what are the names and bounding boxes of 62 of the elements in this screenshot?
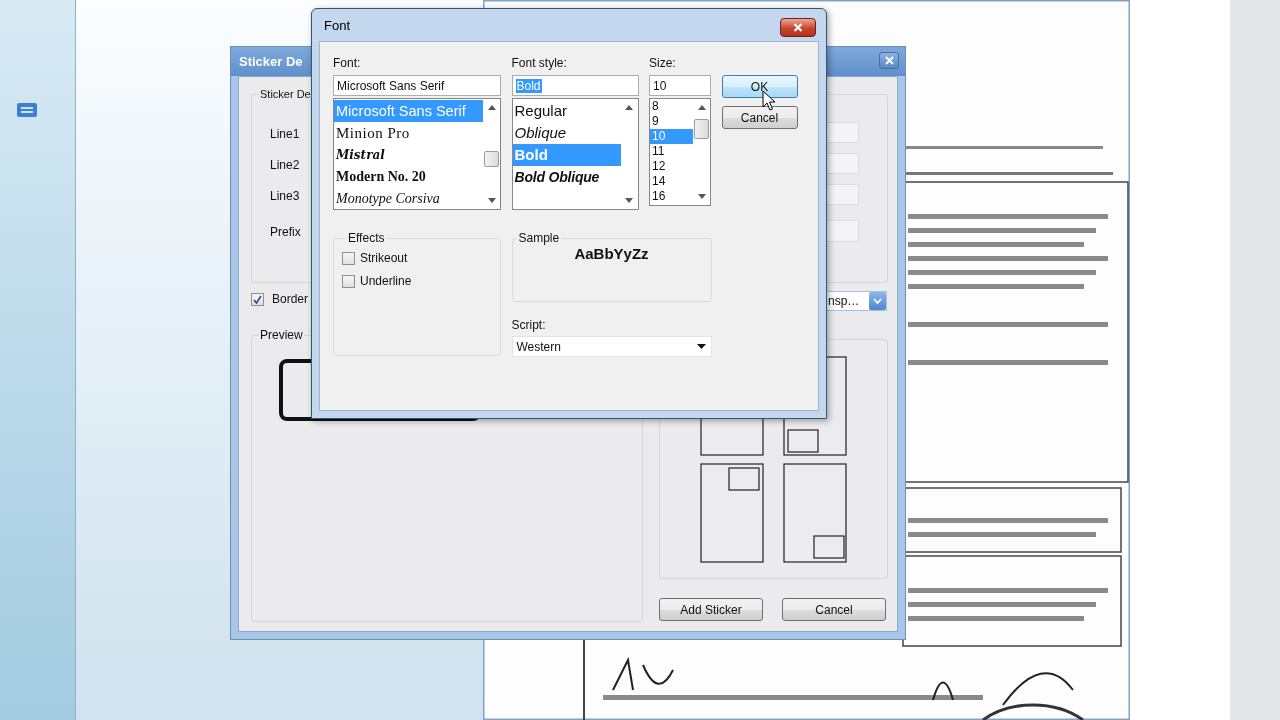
font-list-item[interactable]: Minion Pro [334,122,483,144]
page-layout-option[interactable] [783,463,847,563]
scroll-up-icon[interactable] [697,105,706,110]
scroll-up-icon[interactable] [487,105,496,110]
cancel-button[interactable]: Cancel [782,598,886,621]
page-layout-option[interactable] [700,463,764,563]
window-title: Font [324,17,350,33]
font-list-item[interactable]: Monotype Corsiva [334,188,483,209]
font-list-item[interactable]: Modern No. 20 [334,166,483,188]
scroll-up-icon[interactable] [625,105,633,110]
group-title: Sticker De [259,88,312,100]
cursor-icon [762,90,776,112]
font-size-item[interactable]: 12 [650,159,693,174]
font-size-field[interactable]: 10 [649,75,711,96]
field-label: Size: [649,55,677,72]
field-label: Font style: [511,55,568,72]
font-list-item[interactable]: Mistral [334,144,483,166]
font-size-item[interactable]: 16 [650,189,693,204]
scroll-thumb[interactable] [484,151,499,167]
scroll-down-icon[interactable] [487,198,496,203]
caret-down-icon [696,344,706,349]
field-label: Script: [511,318,547,334]
checkbox-label: Underline [360,274,412,288]
field-label: Line2 [270,158,300,172]
font-size-list[interactable]: 8 9 10 11 12 14 16 [649,98,711,206]
font-size-item[interactable]: 9 [650,114,693,129]
checkbox[interactable] [251,293,264,306]
checkbox[interactable] [342,251,355,265]
close-button[interactable] [879,52,899,69]
sample-text: AaBbYyZz [574,245,649,262]
font-size-item[interactable]: 14 [650,174,693,189]
group-title: Effects [347,231,386,245]
field-label: Line1 [270,127,300,141]
add-sticker-button[interactable]: Add Sticker [659,598,763,621]
checkbox-label: Strikeout [360,251,408,265]
field-label: Font: [333,55,362,72]
checkbox[interactable] [342,274,355,288]
group-title: Preview [259,328,304,342]
scroll-thumb[interactable] [694,119,709,139]
close-icon [793,23,803,32]
font-style-item[interactable]: Regular [512,100,621,122]
scroll-down-icon[interactable] [697,194,706,199]
scroll-down-icon[interactable] [625,198,633,203]
font-size-item[interactable]: 8 [650,99,693,114]
font-name-field[interactable]: Microsoft Sans Serif [333,75,501,96]
ok-button[interactable]: OK [721,75,798,98]
chevron-down-icon [873,298,882,304]
cancel-button[interactable]: Cancel [721,106,798,129]
font-style-item[interactable]: Bold Oblique [512,166,621,188]
field-label: Prefix [270,225,301,239]
window-title: Sticker De [239,54,303,69]
close-icon [884,56,894,65]
font-style-list[interactable]: Regular Oblique Bold Bold Oblique [511,98,639,210]
field-label: Line3 [270,189,300,203]
font-style-item[interactable]: Oblique [512,122,621,144]
checkbox-label: Border [272,292,309,306]
group-title: Sample [517,231,561,245]
app-icon[interactable] [17,103,37,117]
font-list[interactable]: Microsoft Sans Serif Minion Pro Mistral Modern No. 20 Monotype Corsiva [333,98,501,210]
close-button[interactable] [780,18,816,37]
font-size-item[interactable]: 11 [650,144,693,159]
script-dropdown[interactable]: Western [511,336,712,357]
